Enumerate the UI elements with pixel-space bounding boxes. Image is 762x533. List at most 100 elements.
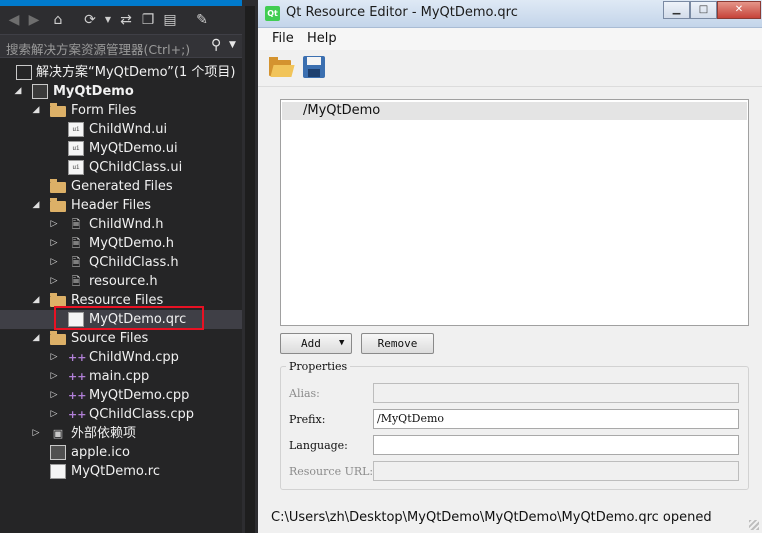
tree-item[interactable]: ◢ Source Files — [0, 329, 242, 348]
tree-item-label: ChildWnd.ui — [89, 122, 168, 137]
tree-item[interactable]: ▷ ++ ChildWnd.cpp — [0, 348, 242, 367]
refresh-icon[interactable]: ⇄ — [116, 10, 136, 30]
prefix-label: Prefix: — [289, 413, 326, 426]
collapse-all-icon[interactable]: ❐ — [138, 10, 158, 30]
resize-grip-icon[interactable] — [749, 520, 759, 530]
resource-list[interactable]: /MyQtDemo — [280, 99, 749, 326]
save-disk-icon[interactable] — [302, 55, 328, 81]
collapsed-arrow-icon[interactable]: ▷ — [48, 215, 60, 234]
collapsed-arrow-icon[interactable]: ▷ — [48, 367, 60, 386]
collapsed-arrow-icon[interactable]: ▷ — [30, 424, 42, 443]
minimize-button[interactable]: ▁ — [663, 1, 690, 19]
search-icon[interactable]: ⚲ — [211, 37, 221, 53]
prefix-field[interactable]: /MyQtDemo — [373, 409, 739, 429]
header-file-icon: 🗎 — [71, 218, 81, 231]
status-bar: C:\Users\zh\Desktop\MyQtDemo\MyQtDemo\My… — [258, 507, 762, 533]
collapsed-arrow-icon[interactable]: ▷ — [48, 234, 60, 253]
cpp-file-icon: ++ — [68, 370, 87, 383]
rc-file-icon — [50, 464, 66, 479]
expanded-arrow-icon[interactable]: ◢ — [30, 101, 42, 120]
collapsed-arrow-icon[interactable]: ▷ — [48, 253, 60, 272]
solution-explorer: ◀ ▶ ⌂ ⟳ ▼ ⇄ ❐ ▤ ✎ 搜索解决方案资源管理器(Ctrl+;) ⚲ … — [0, 0, 242, 533]
tree-item-label: QChildClass.ui — [89, 160, 183, 175]
tree-item[interactable]: ▷ 🗎 resource.h — [0, 272, 242, 291]
expanded-arrow-icon[interactable]: ◢ — [12, 82, 24, 101]
home-icon[interactable]: ⌂ — [48, 10, 68, 30]
tree-item[interactable]: 解决方案“MyQtDemo”(1 个项目) — [0, 63, 242, 82]
tree-item-label: resource.h — [89, 274, 158, 289]
forward-icon[interactable]: ▶ — [24, 10, 44, 30]
alias-field — [373, 383, 739, 403]
add-dropdown-arrow-icon[interactable]: ▼ — [339, 334, 344, 353]
title-bar: Qt Qt Resource Editor - MyQtDemo.qrc ▁ □… — [258, 0, 762, 28]
cpp-file-icon: ++ — [68, 408, 87, 421]
window-title: Qt Resource Editor - MyQtDemo.qrc — [286, 5, 518, 20]
tree-item-label: MyQtDemo.h — [89, 236, 175, 251]
tree-item-label: 外部依赖项 — [71, 426, 137, 441]
expanded-arrow-icon[interactable]: ◢ — [30, 329, 42, 348]
tree-item[interactable]: ▷ ++ QChildClass.cpp — [0, 405, 242, 424]
dropdown-arrow-icon[interactable]: ▼ — [98, 10, 118, 30]
solution-search-box[interactable]: 搜索解决方案资源管理器(Ctrl+;) ⚲ ▼ — [0, 34, 242, 58]
header-file-icon: 🗎 — [71, 275, 81, 288]
external-deps-icon: ▣ — [52, 427, 64, 440]
qt-app-icon: Qt — [265, 6, 280, 21]
collapsed-arrow-icon[interactable]: ▷ — [48, 348, 60, 367]
expanded-arrow-icon[interactable]: ◢ — [30, 291, 42, 310]
tree-item[interactable]: ◢ MyQtDemo — [0, 82, 242, 101]
resource-url-label: Resource URL: — [289, 465, 374, 478]
tree-item-label: 解决方案“MyQtDemo”(1 个项目) — [36, 65, 236, 80]
tree-item-label: apple.ico — [71, 445, 130, 460]
prefix-list-item[interactable]: /MyQtDemo — [282, 102, 747, 120]
tree-item[interactable]: ▷ 🗎 QChildClass.h — [0, 253, 242, 272]
filter-folder-icon — [50, 198, 66, 212]
open-folder-icon[interactable] — [268, 55, 295, 81]
header-file-icon: 🗎 — [71, 256, 81, 269]
image-file-icon — [50, 445, 66, 460]
maximize-button[interactable]: □ — [690, 1, 717, 19]
tree-item[interactable]: ◢ Header Files — [0, 196, 242, 215]
resource-url-field — [373, 461, 739, 481]
tree-item-label: ChildWnd.h — [89, 217, 164, 232]
tree-item[interactable]: ui QChildClass.ui — [0, 158, 242, 177]
cpp-file-icon: ++ — [68, 351, 87, 364]
tree-item[interactable]: ui ChildWnd.ui — [0, 120, 242, 139]
search-options-dropdown-icon[interactable]: ▼ — [229, 40, 236, 50]
back-icon[interactable]: ◀ — [4, 10, 24, 30]
tree-item[interactable]: ▷ ▣ 外部依赖项 — [0, 424, 242, 443]
tree-item[interactable]: ▷ ++ main.cpp — [0, 367, 242, 386]
tree-item[interactable]: ▷ 🗎 ChildWnd.h — [0, 215, 242, 234]
menu-file[interactable]: File — [272, 31, 294, 46]
collapsed-arrow-icon[interactable]: ▷ — [48, 272, 60, 291]
search-placeholder: 搜索解决方案资源管理器(Ctrl+;) — [6, 42, 191, 57]
cpp-file-icon: ++ — [68, 389, 87, 402]
filter-folder-icon — [50, 103, 66, 117]
properties-group-title: Properties — [286, 360, 351, 373]
expanded-arrow-icon[interactable]: ◢ — [30, 196, 42, 215]
tree-item[interactable]: ◢ Form Files — [0, 101, 242, 120]
panel-splitter[interactable] — [242, 0, 258, 533]
tree-item-label: MyQtDemo — [53, 84, 134, 99]
properties-wrench-icon[interactable]: ✎ — [192, 10, 212, 30]
tree-item[interactable]: MyQtDemo.rc — [0, 462, 242, 481]
toolbar — [258, 50, 762, 87]
tree-item-label: QChildClass.h — [89, 255, 179, 270]
collapsed-arrow-icon[interactable]: ▷ — [48, 405, 60, 424]
tree-item[interactable]: Generated Files — [0, 177, 242, 196]
tree-item[interactable]: ▷ 🗎 MyQtDemo.h — [0, 234, 242, 253]
language-label: Language: — [289, 439, 348, 452]
menu-help[interactable]: Help — [307, 31, 337, 46]
remove-button[interactable]: Remove — [361, 333, 434, 354]
project-icon — [32, 84, 48, 99]
tree-item-label: MyQtDemo.rc — [71, 464, 160, 479]
close-button[interactable]: ✕ — [717, 1, 761, 19]
tree-item[interactable]: ui MyQtDemo.ui — [0, 139, 242, 158]
add-button[interactable]: Add ▼ — [280, 333, 352, 354]
language-field[interactable] — [373, 435, 739, 455]
tree-item[interactable]: apple.ico — [0, 443, 242, 462]
prefix-list-item-label: /MyQtDemo — [303, 103, 381, 118]
collapsed-arrow-icon[interactable]: ▷ — [48, 386, 60, 405]
show-all-files-icon[interactable]: ▤ — [160, 10, 180, 30]
sync-icon[interactable]: ⟳ — [80, 10, 100, 30]
tree-item[interactable]: ▷ ++ MyQtDemo.cpp — [0, 386, 242, 405]
